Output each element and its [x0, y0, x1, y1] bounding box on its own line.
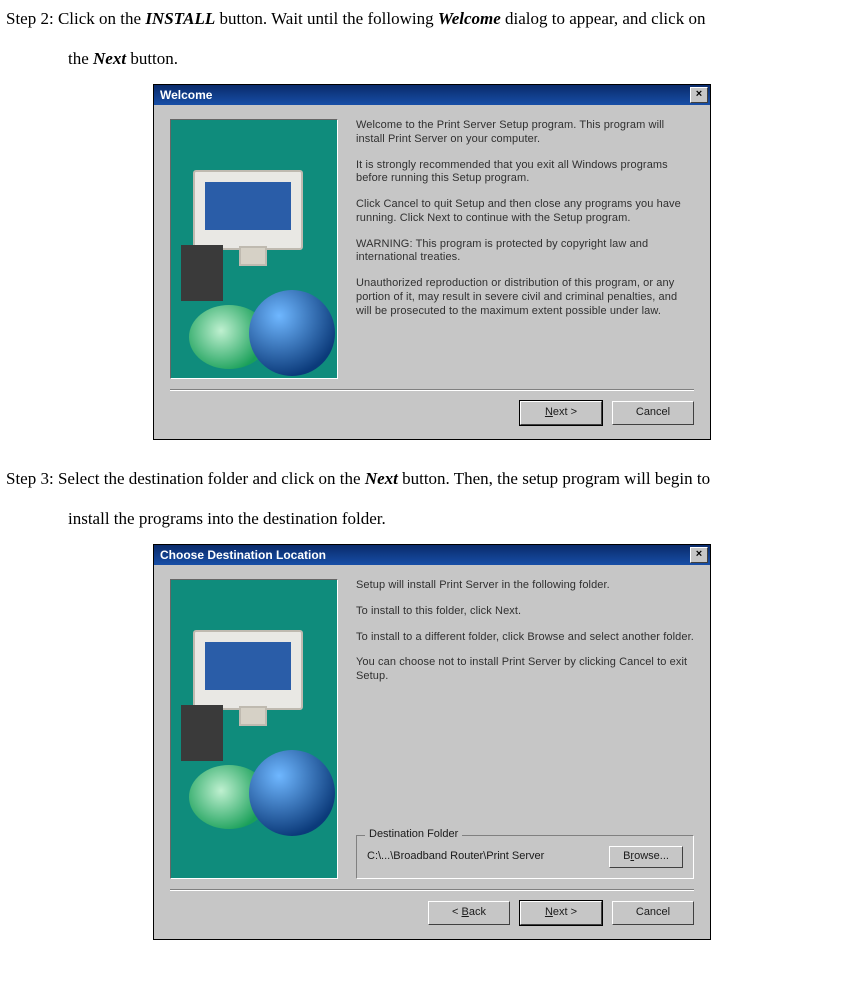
cancel-button[interactable]: Cancel — [612, 401, 694, 425]
welcome-p5: Unauthorized reproduction or distributio… — [356, 277, 694, 318]
step2-bold-welcome: Welcome — [438, 9, 501, 28]
close-icon[interactable]: × — [690, 547, 708, 563]
cancel-button[interactable]: Cancel — [612, 901, 694, 925]
dest-p2: To install to this folder, click Next. — [356, 605, 694, 619]
step2-t-b: button. Wait until the following — [215, 9, 438, 28]
step2-line1: Step 2: Click on the INSTALL button. Wai… — [6, 2, 858, 36]
step2-bold-install: INSTALL — [145, 9, 215, 28]
step2-t-a: Click on the — [58, 9, 145, 28]
welcome-p1: Welcome to the Print Server Setup progra… — [356, 119, 694, 147]
destination-legend: Destination Folder — [365, 828, 462, 842]
step3-line1: Step 3: Select the destination folder an… — [6, 462, 858, 496]
step2-label: Step 2: — [6, 9, 54, 28]
welcome-p2: It is strongly recommended that you exit… — [356, 159, 694, 187]
step2-line2: the Next button. — [6, 42, 858, 76]
step2-t-d: the — [68, 49, 93, 68]
step2-t-e: button. — [126, 49, 178, 68]
destination-titlebar[interactable]: Choose Destination Location × — [154, 545, 710, 565]
back-button[interactable]: < Back — [428, 901, 510, 925]
dest-p3: To install to a different folder, click … — [356, 631, 694, 645]
destination-title: Choose Destination Location — [160, 548, 326, 563]
destination-folder-group: Destination Folder C:\...\Broadband Rout… — [356, 835, 694, 879]
step2-bold-next: Next — [93, 49, 126, 68]
step3-t-a: Select the destination folder and click … — [58, 469, 365, 488]
welcome-title: Welcome — [160, 88, 212, 103]
welcome-p4: WARNING: This program is protected by co… — [356, 238, 694, 266]
destination-dialog: Choose Destination Location × Setup will… — [153, 544, 711, 940]
setup-art-icon — [170, 579, 338, 879]
step3-line2: install the programs into the destinatio… — [6, 502, 858, 536]
step3-bold-next: Next — [365, 469, 398, 488]
welcome-p3: Click Cancel to quit Setup and then clos… — [356, 198, 694, 226]
step3-t-c: install the programs into the destinatio… — [68, 502, 858, 536]
browse-button[interactable]: Browse... — [609, 846, 683, 868]
welcome-dialog: Welcome × Welcome to the Print Server Se… — [153, 84, 711, 440]
step2-t-c: dialog to appear, and click on — [501, 9, 706, 28]
dest-p4: You can choose not to install Print Serv… — [356, 656, 694, 684]
dest-p1: Setup will install Print Server in the f… — [356, 579, 694, 593]
close-icon[interactable]: × — [690, 87, 708, 103]
step3-t-b: button. Then, the setup program will beg… — [398, 469, 710, 488]
setup-art-icon — [170, 119, 338, 379]
welcome-titlebar[interactable]: Welcome × — [154, 85, 710, 105]
next-button[interactable]: Next > — [520, 901, 602, 925]
step3-label: Step 3: — [6, 469, 54, 488]
next-button[interactable]: Next > — [520, 401, 602, 425]
destination-path: C:\...\Broadband Router\Print Server — [367, 850, 601, 864]
